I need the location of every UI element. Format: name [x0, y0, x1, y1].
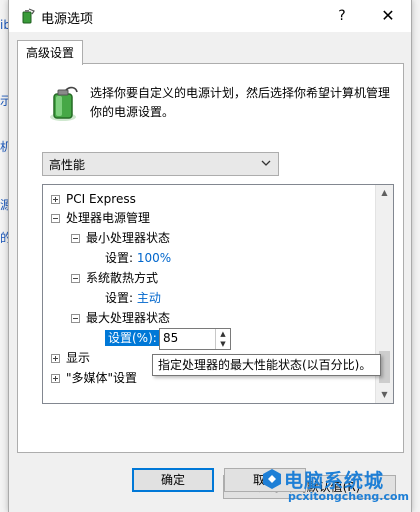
tree-item-label: "多媒体"设置 — [66, 371, 138, 385]
tree-setting-cooling-policy[interactable]: 设置: 主动 — [105, 288, 161, 308]
tree-item-label: PCI Express — [66, 192, 136, 206]
close-button[interactable]: ✕ — [377, 5, 399, 27]
tree-item-cooling-policy[interactable]: 系统散热方式 — [71, 268, 158, 288]
expand-icon[interactable] — [51, 374, 60, 383]
chevron-down-icon — [260, 157, 272, 169]
setting-value-link[interactable]: 主动 — [137, 291, 161, 305]
tree-item-display[interactable]: 显示 — [51, 348, 90, 368]
scroll-up-icon[interactable]: ▲ — [376, 185, 393, 201]
dialog-title: 电源选项 — [41, 12, 94, 27]
watermark-url: pcxitongcheng.com — [288, 490, 410, 503]
tree-item-multimedia[interactable]: "多媒体"设置 — [51, 368, 137, 388]
tree-item-label: 系统散热方式 — [86, 271, 159, 285]
stepper-down-icon[interactable]: ▼ — [216, 339, 230, 349]
power-plan-select[interactable]: 高性能 — [42, 152, 279, 176]
watermark-title: 电脑系统城 — [284, 470, 385, 492]
tree-item-label: 处理器电源管理 — [66, 211, 151, 225]
max-processor-stepper[interactable]: ▲ ▼ — [159, 328, 231, 350]
tree-item-label: 最小处理器状态 — [86, 231, 171, 245]
setting-label: 设置: — [105, 291, 134, 305]
power-options-icon — [19, 8, 35, 24]
scroll-down-icon[interactable]: ▼ — [376, 387, 393, 403]
collapse-icon[interactable] — [71, 234, 80, 243]
battery-icon — [46, 86, 80, 122]
ok-button[interactable]: 确定 — [132, 468, 214, 492]
setting-value-link[interactable]: 100% — [137, 251, 171, 265]
tree-item-pci-express[interactable]: PCI Express — [51, 189, 136, 209]
tree-item-label: 显示 — [66, 351, 91, 365]
tab-advanced-settings[interactable]: 高级设置 — [17, 40, 83, 65]
tree-setting-max-processor[interactable]: 设置(%): ▲ ▼ — [105, 328, 325, 350]
collapse-icon[interactable] — [71, 314, 80, 323]
expand-icon[interactable] — [51, 354, 60, 363]
help-button[interactable]: ? — [331, 5, 353, 27]
selected-setting-label: 设置(%): — [105, 330, 160, 346]
stepper-up-icon[interactable]: ▲ — [216, 329, 230, 339]
description-text: 选择你要自定义的电源计划，然后选择你希望计算机管理你的电源设置。 — [90, 86, 391, 119]
tree-setting-min-processor[interactable]: 设置: 100% — [105, 248, 171, 268]
tooltip: 指定处理器的最大性能状态(以百分比)。 — [152, 354, 381, 376]
tree-item-max-processor-state[interactable]: 最大处理器状态 — [71, 308, 170, 328]
collapse-icon[interactable] — [51, 214, 60, 223]
collapse-icon[interactable] — [71, 274, 80, 283]
max-processor-input[interactable] — [163, 330, 208, 346]
setting-label: 设置: — [105, 251, 134, 265]
tree-item-min-processor-state[interactable]: 最小处理器状态 — [71, 228, 170, 248]
title-bar[interactable]: 电源选项 ? ✕ — [9, 0, 411, 32]
power-options-dialog: 电源选项 ? ✕ 高级设置 选择你要自定义的电源计划，然后选择你希望计算机管理你… — [8, 0, 412, 512]
stepper-arrows: ▲ ▼ — [215, 329, 230, 349]
tree-item-label: 最大处理器状态 — [86, 311, 171, 325]
power-plan-value: 高性能 — [49, 158, 86, 172]
watermark: 电脑系统城 pcxitongcheng.com — [262, 462, 412, 512]
expand-icon[interactable] — [51, 195, 60, 204]
tree-item-processor-power[interactable]: 处理器电源管理 — [51, 208, 150, 228]
advanced-settings-panel: 选择你要自定义的电源计划，然后选择你希望计算机管理你的电源设置。 高性能 PCI… — [17, 63, 404, 499]
watermark-logo-icon — [262, 468, 282, 490]
